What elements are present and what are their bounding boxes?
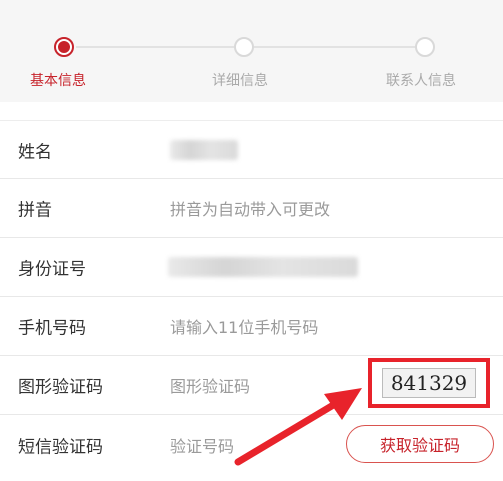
step-connector [254,46,415,48]
step-indicator-active-icon [54,37,74,57]
step-indicator-icon [415,37,435,57]
captcha-highlight-frame: 841329 [368,358,490,408]
phone-row[interactable]: 手机号码 请输入11位手机号码 [0,297,503,356]
captcha-label: 图形验证码 [18,377,103,398]
captcha-image-text: 841329 [390,371,468,395]
name-row[interactable]: 姓名 [0,120,503,179]
pinyin-input[interactable]: 拼音为自动带入可更改 [170,196,330,220]
phone-input[interactable]: 请输入11位手机号码 [170,314,318,338]
id-number-row[interactable]: 身份证号 [0,238,503,297]
captcha-image[interactable]: 841329 [382,368,476,398]
sms-code-input[interactable]: 验证号码 [170,433,234,457]
step-indicator-icon [234,37,254,57]
get-sms-code-button[interactable]: 获取验证码 [346,425,494,463]
name-label: 姓名 [18,142,52,162]
id-number-field-redacted[interactable] [168,257,358,277]
step-label-detail-info[interactable]: 详细信息 [212,70,268,90]
captcha-input[interactable]: 图形验证码 [170,373,250,397]
basic-info-form: 姓名 拼音 拼音为自动带入可更改 身份证号 手机号码 请输入11位手机号码 图形… [0,120,503,474]
pinyin-row[interactable]: 拼音 拼音为自动带入可更改 [0,179,503,238]
step-label-basic-info[interactable]: 基本信息 [30,70,86,90]
progress-stepper: 基本信息 详细信息 联系人信息 [0,0,503,102]
step-label-contact-info[interactable]: 联系人信息 [386,70,456,90]
id-number-label: 身份证号 [18,259,86,280]
name-field-redacted[interactable] [170,139,238,160]
sms-code-label: 短信验证码 [18,437,103,457]
step-connector [76,46,234,48]
phone-label: 手机号码 [18,318,86,339]
pinyin-label: 拼音 [18,200,52,221]
